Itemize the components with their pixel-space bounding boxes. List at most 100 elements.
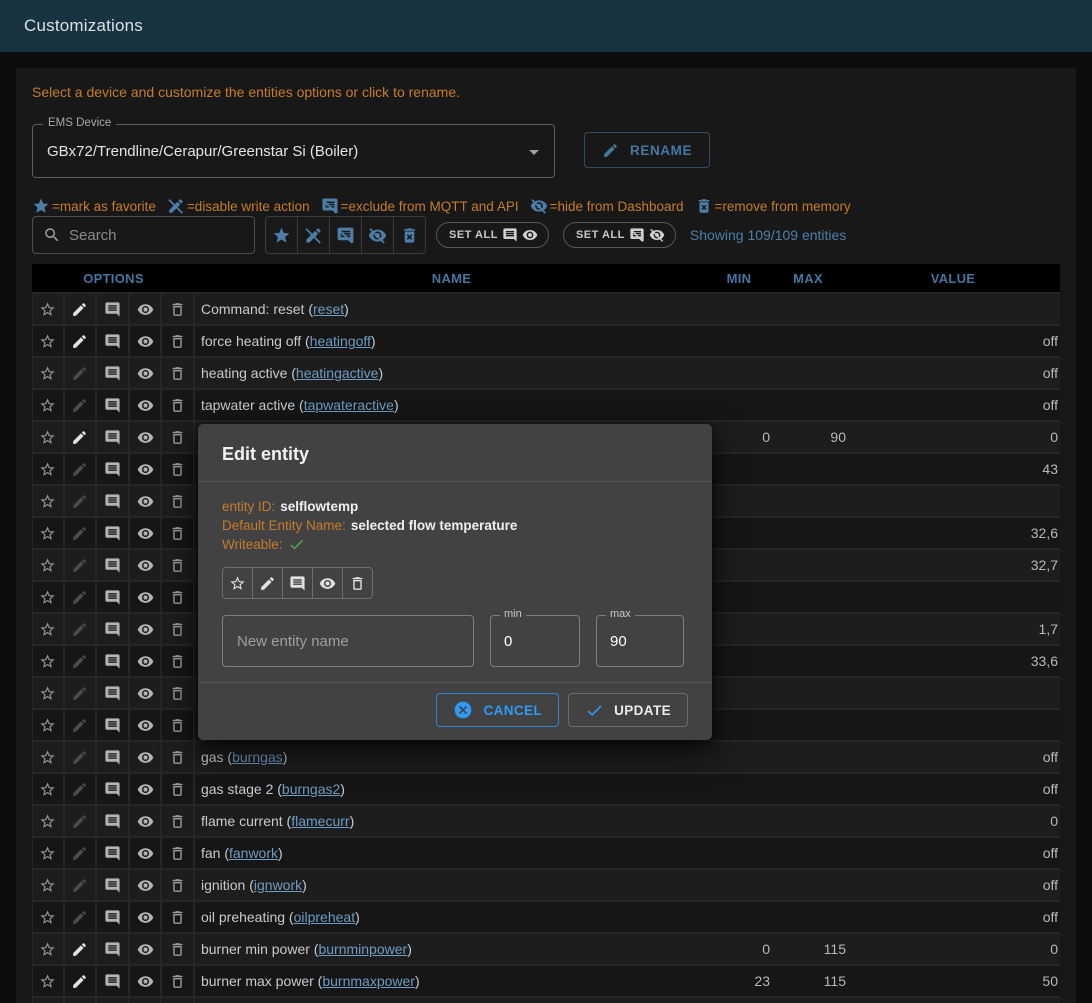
delete-toggle[interactable] [162,390,195,420]
delete-toggle[interactable] [162,934,195,964]
entity-id-link[interactable]: burnminpower [318,941,407,957]
visibility-toggle[interactable] [130,966,163,996]
mqtt-exclude-toggle[interactable] [97,870,130,900]
mqtt-exclude-toggle[interactable] [97,838,130,868]
mqtt-exclude-toggle[interactable] [97,678,130,708]
edit-toggle[interactable] [65,518,98,548]
mqtt-exclude-toggle[interactable] [97,902,130,932]
entity-id-link[interactable]: reset [313,301,344,317]
edit-toggle[interactable] [65,358,98,388]
set-all-hide-button[interactable]: SET ALL [563,222,676,248]
mqtt-exclude-toggle[interactable] [97,518,130,548]
edit-toggle[interactable] [65,902,98,932]
delete-toggle[interactable] [162,614,195,644]
favorite-toggle[interactable] [32,518,65,548]
visibility-toggle[interactable] [130,934,163,964]
filter-comment-off-button[interactable] [329,216,362,254]
delete-toggle[interactable] [162,486,195,516]
update-button[interactable]: UPDATE [568,693,688,727]
favorite-toggle[interactable] [32,902,65,932]
visibility-toggle[interactable] [130,358,163,388]
mqtt-exclude-toggle[interactable] [97,614,130,644]
visibility-toggle[interactable] [130,390,163,420]
entity-id-link[interactable]: flamecurr [291,813,349,829]
mqtt-exclude-toggle[interactable] [97,806,130,836]
dialog-edit-toggle[interactable] [252,567,283,599]
visibility-toggle[interactable] [130,902,163,932]
entity-id-link[interactable]: heatingoff [310,333,371,349]
favorite-toggle[interactable] [32,550,65,580]
visibility-toggle[interactable] [130,646,163,676]
mqtt-exclude-toggle[interactable] [97,454,130,484]
visibility-toggle[interactable] [130,326,163,356]
dialog-mqtt-exclude-toggle[interactable] [282,567,313,599]
filter-eye-off-button[interactable] [361,216,394,254]
mqtt-exclude-toggle[interactable] [97,998,130,1003]
edit-toggle[interactable] [65,966,98,996]
visibility-toggle[interactable] [130,710,163,740]
entity-id-link[interactable]: tapwateractive [304,397,394,413]
visibility-toggle[interactable] [130,838,163,868]
min-input[interactable] [491,633,579,650]
edit-toggle[interactable] [65,678,98,708]
mqtt-exclude-toggle[interactable] [97,550,130,580]
visibility-toggle[interactable] [130,870,163,900]
favorite-toggle[interactable] [32,966,65,996]
favorite-toggle[interactable] [32,294,65,324]
entity-id-link[interactable]: ignwork [254,877,302,893]
delete-toggle[interactable] [162,998,195,1003]
favorite-toggle[interactable] [32,326,65,356]
edit-toggle[interactable] [65,838,98,868]
mqtt-exclude-toggle[interactable] [97,390,130,420]
delete-toggle[interactable] [162,294,195,324]
edit-toggle[interactable] [65,934,98,964]
favorite-toggle[interactable] [32,486,65,516]
ems-device-select[interactable]: EMS Device GBx72/Trendline/Cerapur/Green… [32,124,555,178]
mqtt-exclude-toggle[interactable] [97,358,130,388]
delete-toggle[interactable] [162,902,195,932]
edit-toggle[interactable] [65,710,98,740]
mqtt-exclude-toggle[interactable] [97,934,130,964]
edit-toggle[interactable] [65,806,98,836]
dialog-delete-toggle[interactable] [342,567,373,599]
visibility-toggle[interactable] [130,518,163,548]
favorite-toggle[interactable] [32,742,65,772]
mqtt-exclude-toggle[interactable] [97,422,130,452]
visibility-toggle[interactable] [130,774,163,804]
delete-toggle[interactable] [162,646,195,676]
edit-toggle[interactable] [65,774,98,804]
filter-star-button[interactable] [265,216,298,254]
edit-toggle[interactable] [65,422,98,452]
delete-toggle[interactable] [162,774,195,804]
favorite-toggle[interactable] [32,614,65,644]
favorite-toggle[interactable] [32,870,65,900]
favorite-toggle[interactable] [32,390,65,420]
filter-trash-x-button[interactable] [393,216,426,254]
favorite-toggle[interactable] [32,934,65,964]
visibility-toggle[interactable] [130,678,163,708]
edit-toggle[interactable] [65,326,98,356]
visibility-toggle[interactable] [130,614,163,644]
favorite-toggle[interactable] [32,678,65,708]
delete-toggle[interactable] [162,550,195,580]
favorite-toggle[interactable] [32,454,65,484]
mqtt-exclude-toggle[interactable] [97,294,130,324]
delete-toggle[interactable] [162,966,195,996]
delete-toggle[interactable] [162,326,195,356]
search-input[interactable] [69,227,244,244]
visibility-toggle[interactable] [130,998,163,1003]
filter-edit-off-button[interactable] [297,216,330,254]
favorite-toggle[interactable] [32,806,65,836]
delete-toggle[interactable] [162,358,195,388]
entity-id-link[interactable]: burngas [232,749,283,765]
favorite-toggle[interactable] [32,582,65,612]
favorite-toggle[interactable] [32,422,65,452]
edit-toggle[interactable] [65,454,98,484]
edit-toggle[interactable] [65,486,98,516]
visibility-toggle[interactable] [130,454,163,484]
delete-toggle[interactable] [162,710,195,740]
cancel-button[interactable]: CANCEL [436,693,559,727]
mqtt-exclude-toggle[interactable] [97,774,130,804]
delete-toggle[interactable] [162,518,195,548]
favorite-toggle[interactable] [32,838,65,868]
